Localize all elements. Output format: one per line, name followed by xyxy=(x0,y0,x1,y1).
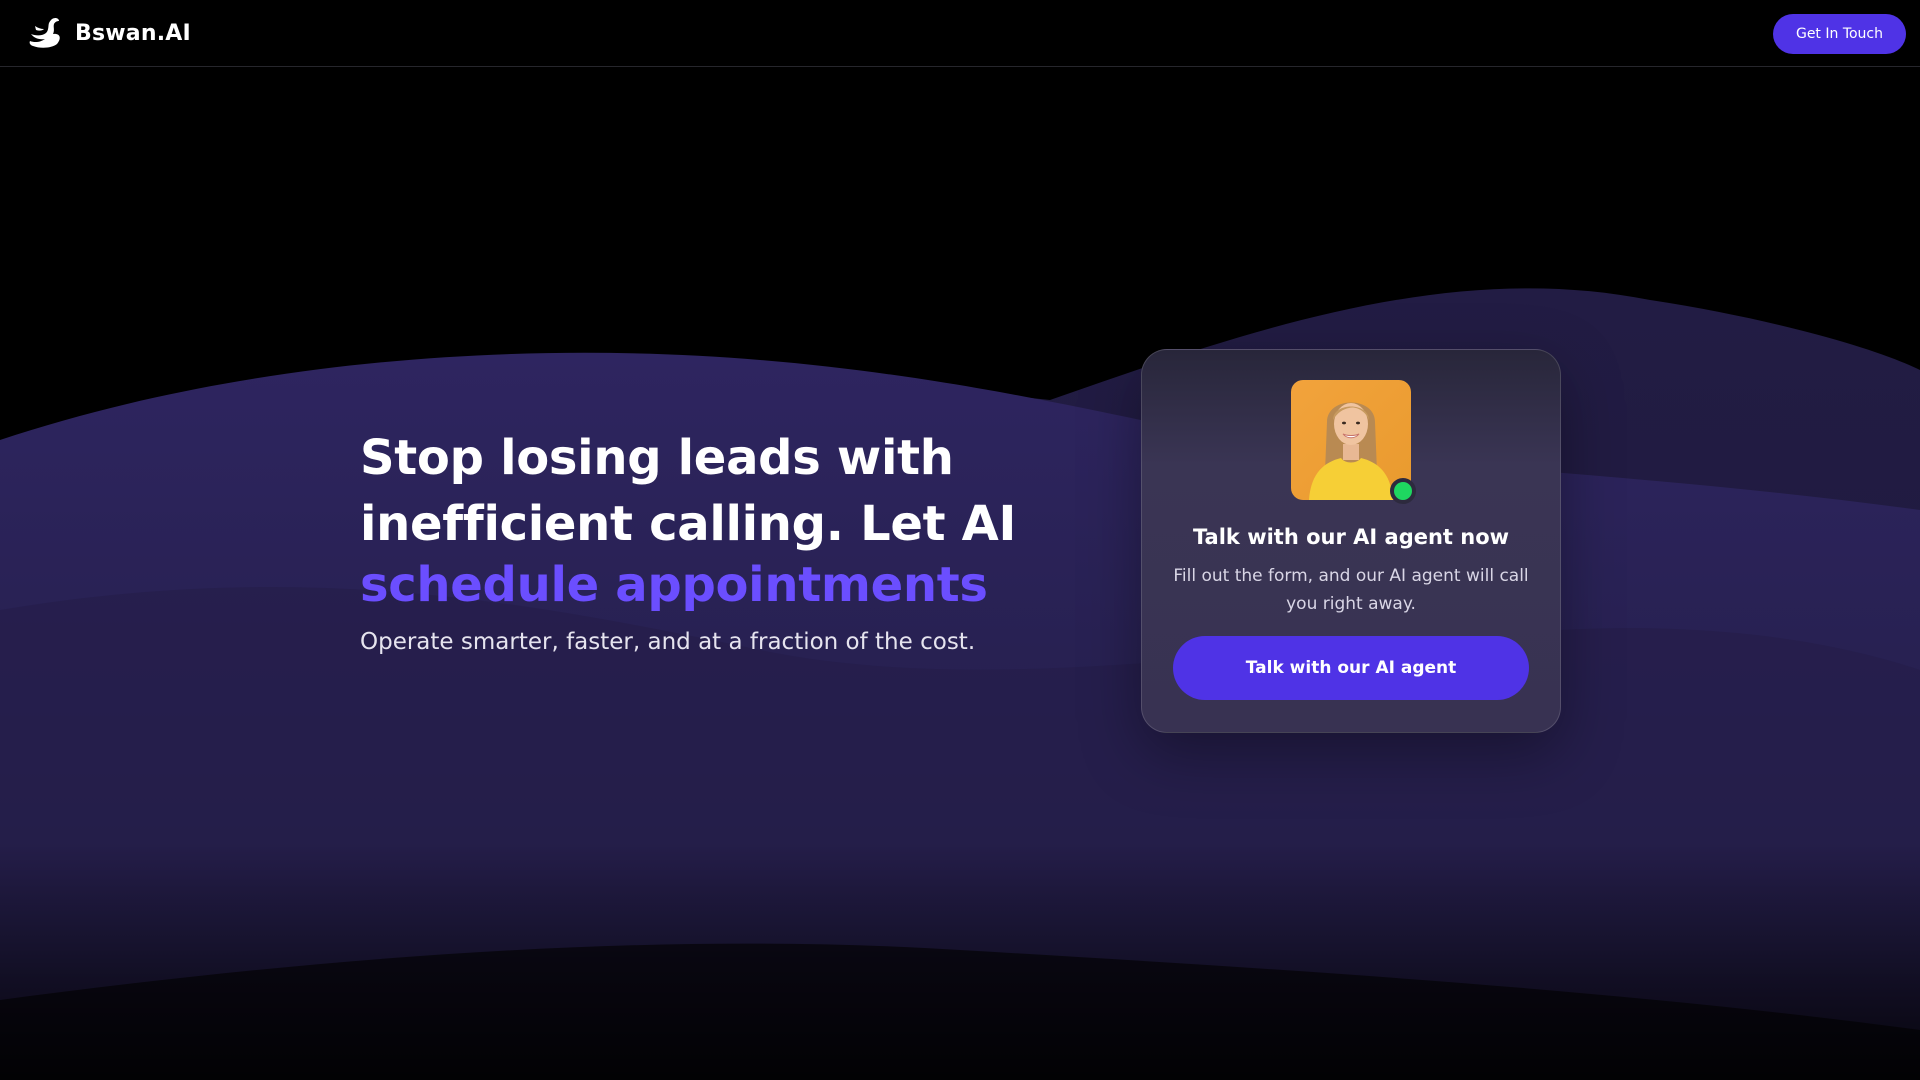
agent-avatar-wrapper xyxy=(1291,380,1416,504)
hero-subtitle: Operate smarter, faster, and at a fracti… xyxy=(360,629,976,655)
hero-title: Stop losing leads with inefficient calli… xyxy=(360,425,1017,613)
brand-name: Bswan.AI xyxy=(75,20,191,46)
hero-section: Stop losing leads with inefficient calli… xyxy=(360,425,1017,657)
hero-title-accent: schedule appointments xyxy=(360,557,988,613)
talk-with-agent-button[interactable]: Talk with our AI agent xyxy=(1173,636,1529,700)
online-status-icon xyxy=(1390,478,1416,504)
card-title: Talk with our AI agent now xyxy=(1192,525,1510,549)
swan-icon xyxy=(29,17,60,48)
get-in-touch-button[interactable]: Get In Touch xyxy=(1773,14,1906,54)
hero-title-line-1: Stop losing leads with xyxy=(360,430,954,486)
top-navbar: Bswan.AI Get In Touch xyxy=(0,0,1920,67)
ai-agent-card: Talk with our AI agent now Fill out the … xyxy=(1141,349,1561,733)
landing-page: Bswan.AI Get In Touch Stop losing leads … xyxy=(0,0,1920,1080)
hero-title-line-2: inefficient calling. Let AI xyxy=(360,496,1017,552)
card-description: Fill out the form, and our AI agent will… xyxy=(1173,566,1529,614)
brand-logo-link[interactable]: Bswan.AI xyxy=(27,16,191,50)
